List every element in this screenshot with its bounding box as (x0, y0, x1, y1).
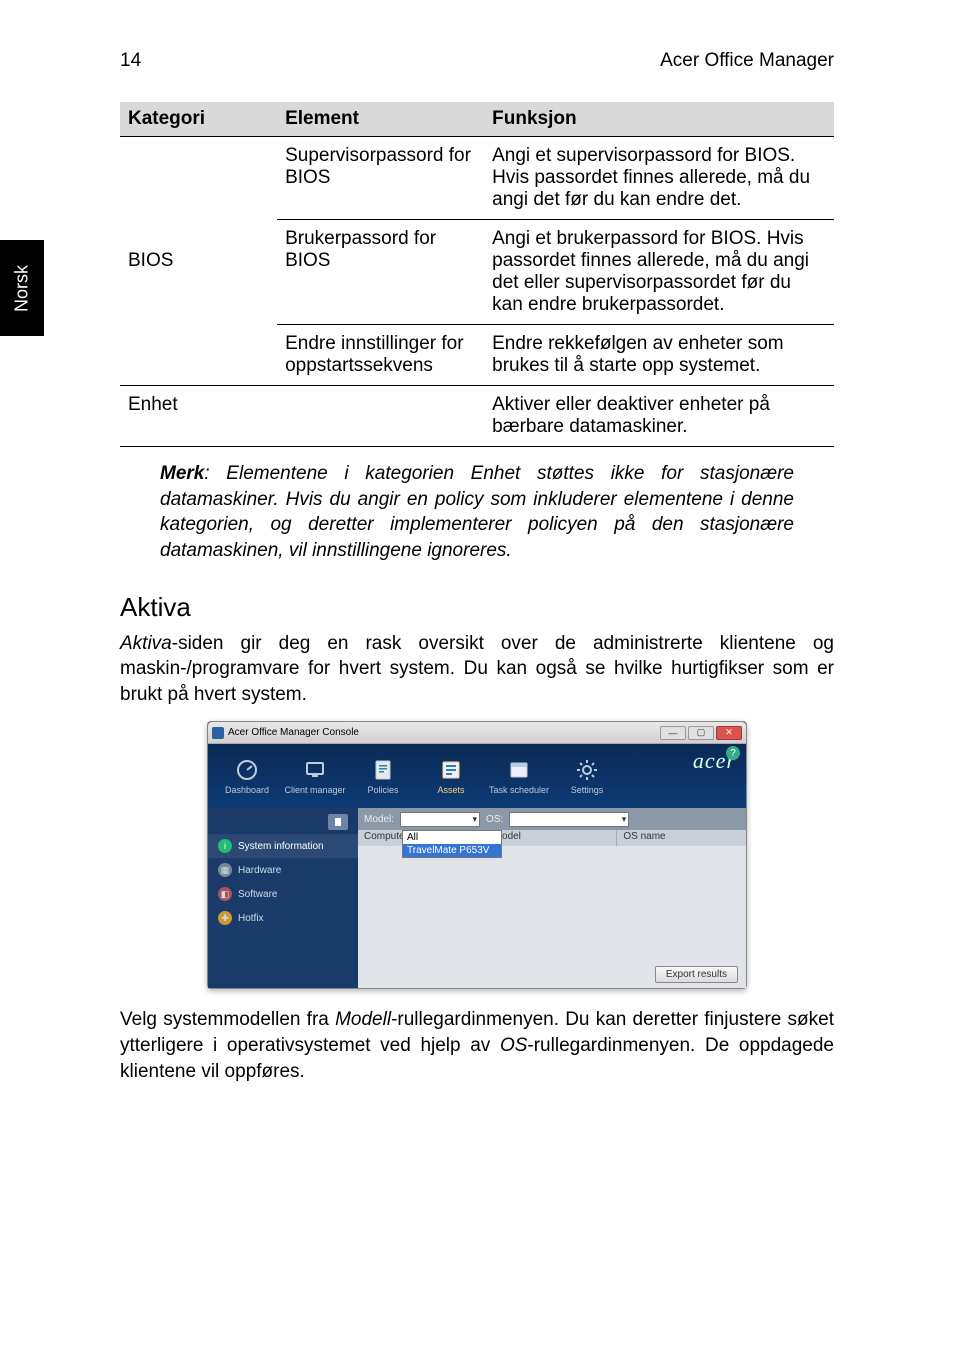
nav-task-scheduler[interactable]: Task scheduler (488, 753, 550, 799)
side-panel-report-icon[interactable] (328, 814, 348, 830)
window-title: Acer Office Manager Console (228, 727, 359, 738)
side-item-hardware-label: Hardware (238, 865, 281, 876)
header-title: Acer Office Manager (660, 50, 834, 72)
filter-os-label: OS: (486, 814, 503, 825)
language-side-tab: Norsk (0, 240, 44, 336)
dd-option-travelmate[interactable]: TravelMate P653V (403, 844, 501, 857)
side-item-system-information[interactable]: i System information (208, 834, 358, 858)
help-icon[interactable]: ? (726, 746, 740, 760)
assets-main-panel: Model: OS: Computer na Model OS name All… (358, 808, 746, 988)
model-dropdown[interactable] (400, 812, 480, 827)
os-dropdown[interactable] (509, 812, 629, 827)
nav-assets[interactable]: Assets (420, 753, 482, 799)
elem-supervisor: Supervisorpassord for BIOS (277, 137, 484, 220)
dd-option-all[interactable]: All (403, 831, 501, 844)
side-item-system-information-label: System information (238, 841, 324, 852)
nav-dashboard[interactable]: Dashboard (216, 753, 278, 799)
aktiva-rest: -siden gir deg en rask oversikt over de … (120, 633, 834, 705)
p2-it2: OS (500, 1035, 527, 1056)
cat-bios: BIOS (120, 137, 277, 386)
side-item-software[interactable]: ◧ Software (208, 882, 358, 906)
func-bruker: Angi et brukerpassord for BIOS. Hvis pas… (484, 220, 834, 325)
client-manager-icon (301, 757, 329, 783)
close-button[interactable]: ✕ (716, 726, 742, 740)
col-os-name[interactable]: OS name (617, 830, 746, 846)
hardware-icon: ▦ (218, 863, 232, 877)
col-funksjon: Funksjon (484, 102, 834, 137)
side-item-hardware[interactable]: ▦ Hardware (208, 858, 358, 882)
side-item-hotfix[interactable]: ✚ Hotfix (208, 906, 358, 930)
note-paragraph: Merk: Elementene i kategorien Enhet støt… (160, 461, 794, 564)
nav-client-manager[interactable]: Client manager (284, 753, 346, 799)
maximize-button[interactable]: ▢ (688, 726, 714, 740)
info-icon: i (218, 839, 232, 853)
aktiva-paragraph-1: Aktiva-siden gir deg en rask oversikt ov… (120, 631, 834, 708)
dashboard-icon (233, 757, 261, 783)
func-supervisor: Angi et supervisorpassord for BIOS. Hvis… (484, 137, 834, 220)
func-boot: Endre rekkefølgen av enheter som brukes … (484, 325, 834, 386)
nav-dashboard-label: Dashboard (225, 785, 269, 795)
nav-task-scheduler-label: Task scheduler (489, 785, 549, 795)
col-element: Element (277, 102, 484, 137)
nav-policies-label: Policies (367, 785, 398, 795)
p2-it1: Modell (335, 1009, 391, 1030)
page-number: 14 (120, 50, 141, 72)
note-rest: : Elementene i kategorien Enhet støttes … (160, 463, 794, 561)
nav-assets-label: Assets (437, 785, 464, 795)
assets-side-panel: i System information ▦ Hardware ◧ Softwa… (208, 808, 358, 988)
task-scheduler-icon (505, 757, 533, 783)
aktiva-ital: Aktiva (120, 633, 172, 654)
section-title-aktiva: Aktiva (120, 592, 834, 623)
col-model[interactable]: Model (488, 830, 618, 846)
nav-client-manager-label: Client manager (284, 785, 345, 795)
bios-settings-table: Kategori Element Funksjon BIOS Superviso… (120, 102, 834, 447)
filter-model-label: Model: (364, 814, 394, 825)
elem-enhet (277, 386, 484, 447)
top-nav: Dashboard Client manager Policies Assets… (208, 744, 746, 808)
window-titlebar: Acer Office Manager Console — ▢ ✕ (208, 722, 746, 744)
side-item-hotfix-label: Hotfix (238, 913, 264, 924)
assets-icon (437, 757, 465, 783)
software-icon: ◧ (218, 887, 232, 901)
p2-pre: Velg systemmodellen fra (120, 1009, 335, 1030)
note-bold: Merk (160, 463, 204, 484)
nav-policies[interactable]: Policies (352, 753, 414, 799)
hotfix-icon: ✚ (218, 911, 232, 925)
settings-icon (573, 757, 601, 783)
policies-icon (369, 757, 397, 783)
side-item-software-label: Software (238, 889, 277, 900)
console-screenshot: Acer Office Manager Console — ▢ ✕ Dashbo… (207, 721, 747, 989)
minimize-button[interactable]: — (660, 726, 686, 740)
nav-settings-label: Settings (571, 785, 604, 795)
elem-boot: Endre innstillinger for oppstartssekvens (277, 325, 484, 386)
nav-settings[interactable]: Settings (556, 753, 618, 799)
app-icon (212, 727, 224, 739)
col-kategori: Kategori (120, 102, 277, 137)
elem-bruker: Brukerpassord for BIOS (277, 220, 484, 325)
cat-enhet: Enhet (120, 386, 277, 447)
aktiva-paragraph-2: Velg systemmodellen fra Modell-rullegard… (120, 1007, 834, 1084)
export-results-button[interactable]: Export results (655, 966, 738, 983)
model-dropdown-open[interactable]: All TravelMate P653V (402, 830, 502, 858)
func-enhet: Aktiver eller deaktiver enheter på bærba… (484, 386, 834, 447)
